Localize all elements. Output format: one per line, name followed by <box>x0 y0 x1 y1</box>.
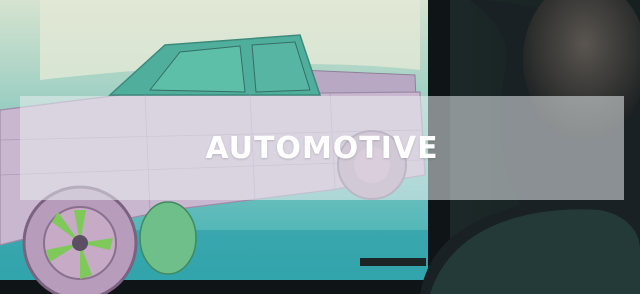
title-banner: AUTOMOTIVE <box>20 96 624 200</box>
detached-tire <box>139 201 197 275</box>
banner-title: AUTOMOTIVE <box>205 130 439 166</box>
screen-taskbar <box>360 258 426 266</box>
wheel-hub <box>72 235 88 251</box>
automotive-hero[interactable]: AUTOMOTIVE <box>0 0 640 294</box>
